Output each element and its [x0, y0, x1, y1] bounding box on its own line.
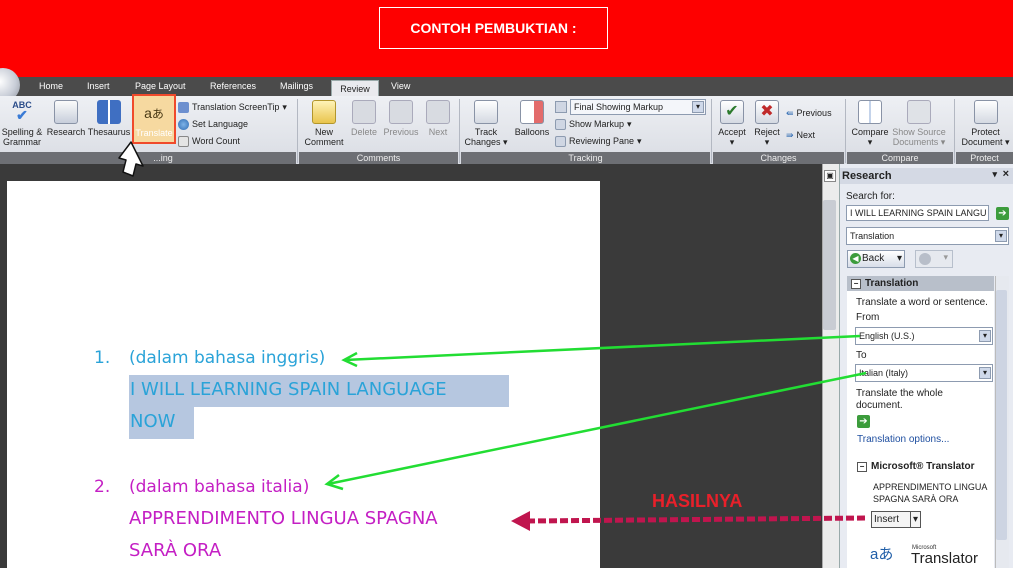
result-annotation-label: HASILNYA [652, 491, 743, 511]
green-arrow-english [341, 334, 861, 368]
green-arrow-italian [324, 371, 867, 491]
white-pointer-arrow [118, 141, 144, 177]
red-dashed-arrow [511, 511, 866, 531]
annotation-overlay [118, 141, 867, 531]
